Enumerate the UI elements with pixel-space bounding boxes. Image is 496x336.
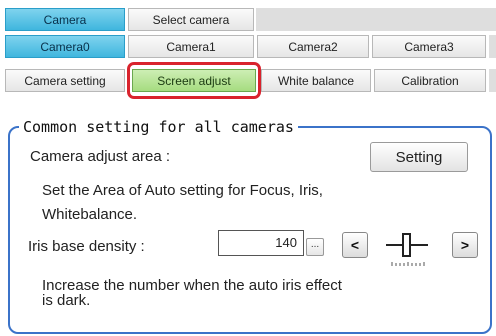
decrease-button[interactable]: < [342, 232, 368, 258]
tab-label: Camera1 [166, 39, 216, 54]
setting-button-label: Setting [395, 148, 443, 166]
tab-label: Select camera [152, 12, 230, 27]
iris-hint-cont: is dark. [42, 292, 91, 309]
tab-label: Calibration [401, 73, 459, 88]
iris-base-density-label: Iris base density : [28, 238, 145, 255]
iris-base-density-input[interactable]: 140 [218, 230, 304, 256]
tab-label: Camera0 [40, 39, 90, 54]
tab-white-balance[interactable]: White balance [261, 69, 371, 92]
tab-label: Camera2 [288, 39, 338, 54]
panel-title: Common setting for all cameras [19, 118, 298, 136]
tab-camera-setting[interactable]: Camera setting [5, 69, 125, 92]
slider-icon[interactable] [384, 232, 430, 272]
tab-label: Camera setting [24, 73, 106, 88]
tab-camera2[interactable]: Camera2 [257, 35, 369, 58]
tab-label: Camera3 [404, 39, 454, 54]
setting-button[interactable]: Setting [370, 142, 468, 172]
tab-row-filler [489, 35, 496, 58]
decrease-label: < [350, 237, 360, 253]
selection-highlight [127, 62, 261, 99]
area-description-cont: Whitebalance. [42, 206, 138, 223]
tab-camera0[interactable]: Camera0 [5, 35, 125, 58]
camera-adjust-area-label: Camera adjust area : [30, 148, 171, 165]
ellipsis-icon[interactable]: ... [306, 238, 324, 256]
tab-calibration[interactable]: Calibration [374, 69, 486, 92]
area-description: Set the Area of Auto setting for Focus, … [42, 182, 323, 199]
tab-row-filler [256, 8, 496, 31]
tab-camera[interactable]: Camera [5, 8, 125, 31]
tab-select-camera[interactable]: Select camera [128, 8, 254, 31]
tab-camera1[interactable]: Camera1 [128, 35, 254, 58]
tab-camera3[interactable]: Camera3 [372, 35, 486, 58]
tab-row-filler [489, 69, 496, 92]
increase-label: > [460, 237, 470, 253]
tab-label: White balance [277, 73, 355, 88]
tab-label: Camera [43, 12, 87, 27]
increase-button[interactable]: > [452, 232, 478, 258]
